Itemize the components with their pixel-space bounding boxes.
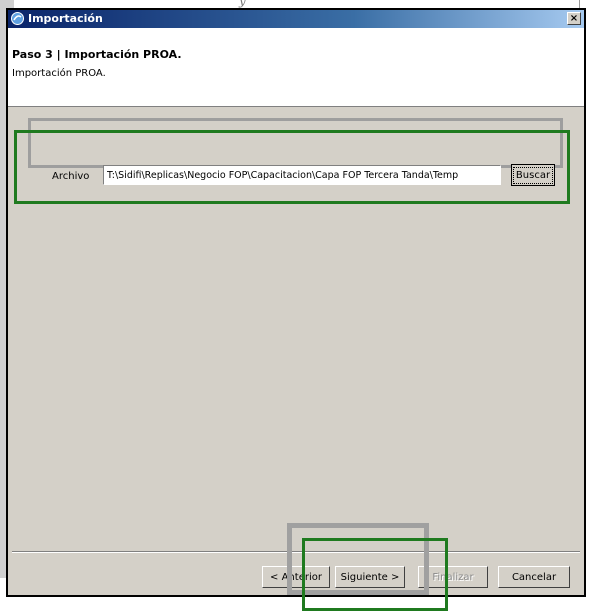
close-button[interactable]: × [567, 12, 581, 25]
browse-button[interactable]: Buscar [511, 164, 555, 186]
next-button[interactable]: Siguiente > [335, 566, 405, 588]
footer-separator [12, 551, 580, 553]
step-title: Paso 3 | Importación PROA. [12, 48, 182, 61]
wizard-header: Paso 3 | Importación PROA. Importación P… [8, 28, 584, 107]
file-groupbox [28, 118, 563, 168]
file-path-input[interactable] [103, 165, 501, 185]
background-glyph: y [239, 0, 246, 8]
title-bar[interactable]: Importación × [8, 10, 584, 28]
back-button[interactable]: < Anterior [262, 566, 330, 588]
background-window-edge: y [6, 0, 580, 8]
cancel-button[interactable]: Cancelar [498, 566, 570, 588]
browse-button-label: Buscar [513, 166, 553, 184]
finish-button[interactable]: Finalizar [418, 566, 488, 588]
window-title: Importación [28, 12, 103, 25]
file-label: Archivo [52, 171, 90, 182]
import-dialog: Importación × Paso 3 | Importación PROA.… [6, 8, 586, 597]
step-subtitle: Importación PROA. [12, 68, 106, 79]
wizard-icon [11, 12, 24, 25]
